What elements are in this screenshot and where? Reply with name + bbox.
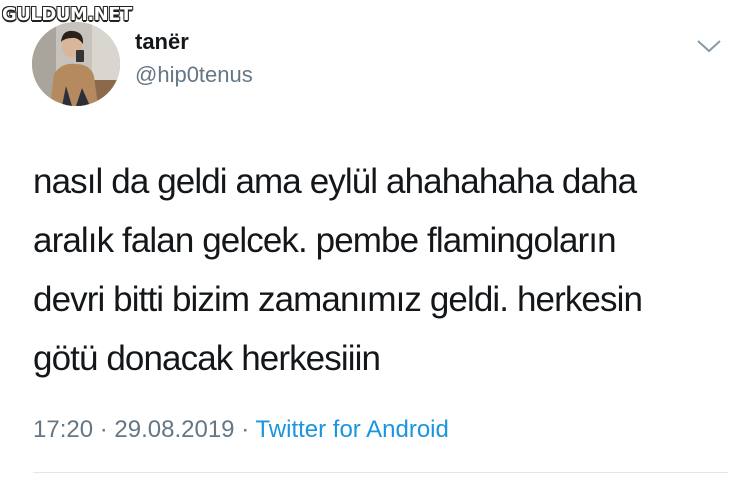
user-info: tanër @hip0tenus bbox=[135, 28, 253, 89]
tweet-text: nasıl da geldi ama eylül ahahahaha daha … bbox=[33, 152, 733, 388]
tweet-text-line: aralık falan gelcek. pembe flamingoların bbox=[33, 221, 617, 260]
tweet-text-line: götü donacak herkesiiin bbox=[33, 339, 381, 378]
tweet-text-line: nasıl da geldi ama eylül ahahahaha daha bbox=[33, 162, 637, 201]
tweet-source-link[interactable]: Twitter for Android bbox=[255, 416, 448, 443]
tweet-date[interactable]: 29.08.2019 bbox=[114, 416, 234, 443]
meta-separator: · bbox=[99, 416, 108, 443]
author-handle[interactable]: @hip0tenus bbox=[135, 61, 253, 89]
chevron-down-icon bbox=[697, 40, 721, 53]
profile-photo-icon bbox=[32, 22, 120, 106]
tweet-metadata: 17:20 · 29.08.2019 · Twitter for Android bbox=[33, 416, 449, 444]
author-display-name[interactable]: tanër bbox=[135, 28, 253, 56]
watermark-logo: GULDUM.NET bbox=[2, 4, 132, 25]
divider bbox=[33, 472, 728, 473]
tweet-menu-button[interactable] bbox=[695, 36, 723, 56]
avatar[interactable] bbox=[32, 22, 120, 106]
tweet-text-line: devri bitti bizim zamanımız geldi. herke… bbox=[33, 280, 643, 319]
tweet-time[interactable]: 17:20 bbox=[33, 416, 93, 443]
meta-separator: · bbox=[241, 416, 250, 443]
